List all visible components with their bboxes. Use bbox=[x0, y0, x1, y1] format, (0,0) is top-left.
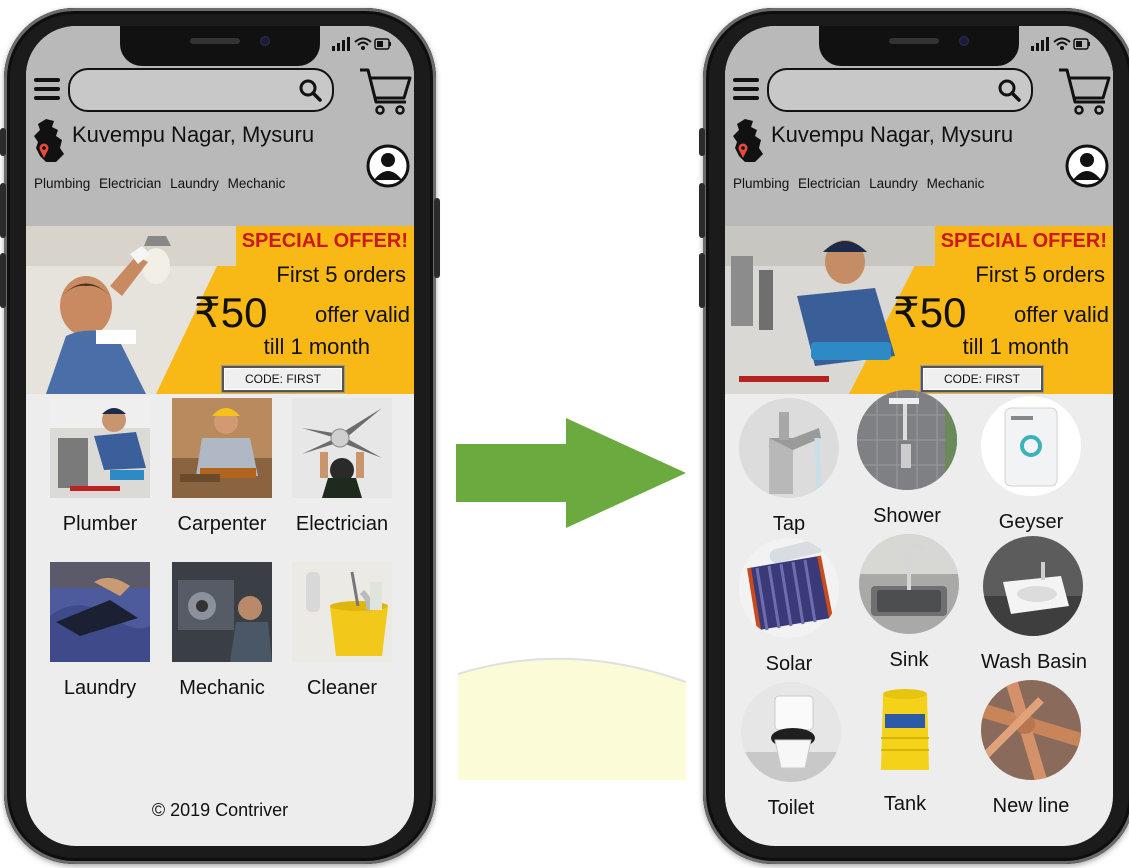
product-tile-sink[interactable]: Sink bbox=[857, 534, 961, 672]
service-label: Electrician bbox=[295, 513, 389, 535]
product-tile-toilet[interactable]: Toilet bbox=[739, 682, 843, 820]
search-input[interactable] bbox=[84, 78, 288, 102]
offer-line-3: till 1 month bbox=[263, 334, 370, 359]
category-mechanic[interactable]: Mechanic bbox=[228, 176, 286, 191]
karnataka-map-pin-icon bbox=[733, 119, 763, 162]
offer-banner[interactable]: SPECIAL OFFER! First 5 orders ₹50 offer … bbox=[725, 226, 1113, 394]
category-nav: Plumbing Electrician Laundry Mechanic bbox=[34, 176, 290, 191]
cleaner-photo-icon bbox=[292, 562, 392, 662]
category-plumbing[interactable]: Plumbing bbox=[34, 176, 90, 191]
signal-wifi-battery-icon bbox=[332, 37, 391, 51]
screen-left: Kuvempu Nagar, Mysuru Plumbing Electrici… bbox=[26, 26, 414, 846]
category-mechanic[interactable]: Mechanic bbox=[927, 176, 985, 191]
product-label: New line bbox=[992, 795, 1070, 817]
profile-avatar-icon[interactable] bbox=[366, 144, 410, 188]
category-nav: Plumbing Electrician Laundry Mechanic bbox=[733, 176, 989, 191]
product-label: Toilet bbox=[767, 797, 815, 819]
notch bbox=[120, 26, 320, 66]
carpenter-photo-icon bbox=[172, 398, 272, 498]
category-laundry[interactable]: Laundry bbox=[869, 176, 918, 191]
offer-line-1: First 5 orders bbox=[975, 262, 1105, 287]
karnataka-map-pin-icon bbox=[34, 119, 64, 162]
phone-right: Kuvempu Nagar, Mysuru Plumbing Electrici… bbox=[699, 8, 1129, 864]
service-tile-plumber[interactable]: Plumber bbox=[48, 398, 152, 536]
product-label: Geyser bbox=[998, 511, 1064, 533]
product-label: Wash Basin bbox=[981, 651, 1087, 673]
category-electrician[interactable]: Electrician bbox=[99, 176, 161, 191]
notch bbox=[819, 26, 1019, 66]
new-line-photo-icon bbox=[978, 678, 1084, 782]
offer-line-3: till 1 month bbox=[962, 334, 1069, 359]
service-tile-electrician[interactable]: Electrician bbox=[290, 398, 394, 536]
product-label: Tap bbox=[772, 513, 806, 535]
transition-arrow-icon bbox=[456, 418, 686, 528]
copyright-footer: © 2019 Contriver bbox=[151, 800, 289, 820]
service-label: Cleaner bbox=[306, 677, 378, 699]
wash-basin-photo-icon bbox=[983, 536, 1083, 636]
category-electrician[interactable]: Electrician bbox=[798, 176, 860, 191]
cart-icon[interactable] bbox=[1057, 64, 1111, 116]
location-label[interactable]: Kuvempu Nagar, Mysuru bbox=[72, 122, 314, 148]
product-tile-shower[interactable]: Shower bbox=[855, 390, 959, 528]
location-label[interactable]: Kuvempu Nagar, Mysuru bbox=[771, 122, 1013, 148]
category-laundry[interactable]: Laundry bbox=[170, 176, 219, 191]
search-icon[interactable] bbox=[298, 78, 322, 102]
search-icon[interactable] bbox=[997, 78, 1021, 102]
status-icons bbox=[1029, 36, 1091, 56]
geyser-photo-icon bbox=[981, 396, 1081, 496]
service-label: Carpenter bbox=[177, 513, 267, 535]
toilet-photo-icon bbox=[741, 682, 841, 782]
sink-photo-icon bbox=[859, 534, 959, 634]
product-tile-tap[interactable]: Tap bbox=[737, 398, 841, 536]
profile-avatar-icon[interactable] bbox=[1065, 144, 1109, 188]
phone-left: Kuvempu Nagar, Mysuru Plumbing Electrici… bbox=[0, 8, 440, 864]
laundry-photo-icon bbox=[50, 562, 150, 662]
service-tile-cleaner[interactable]: Cleaner bbox=[290, 562, 394, 700]
service-tile-mechanic[interactable]: Mechanic bbox=[170, 562, 274, 700]
product-tile-wash-basin[interactable]: Wash Basin bbox=[981, 536, 1087, 674]
cart-icon[interactable] bbox=[358, 64, 412, 116]
mechanic-photo-icon bbox=[172, 562, 272, 662]
status-icons bbox=[330, 36, 392, 56]
plumber-photo-icon bbox=[50, 398, 150, 498]
offer-code[interactable]: CODE: FIRST bbox=[921, 366, 1043, 392]
offer-amount: ₹50 bbox=[194, 289, 268, 336]
product-tile-solar[interactable]: Solar bbox=[737, 538, 841, 676]
offer-amount: ₹50 bbox=[893, 289, 967, 336]
signal-wifi-battery-icon bbox=[1031, 37, 1090, 51]
service-label: Mechanic bbox=[179, 677, 265, 699]
electrician-photo-icon bbox=[292, 398, 392, 498]
menu-icon[interactable] bbox=[34, 78, 60, 100]
service-tile-laundry[interactable]: Laundry bbox=[48, 562, 152, 700]
category-plumbing[interactable]: Plumbing bbox=[733, 176, 789, 191]
product-tile-geyser[interactable]: Geyser bbox=[979, 396, 1083, 534]
tank-photo-icon bbox=[855, 678, 955, 778]
product-label: Tank bbox=[883, 793, 927, 815]
product-tile-new-line[interactable]: New line bbox=[978, 678, 1084, 818]
shower-photo-icon bbox=[857, 390, 957, 490]
tap-photo-icon bbox=[739, 398, 839, 498]
background-shape bbox=[458, 657, 686, 780]
service-tile-carpenter[interactable]: Carpenter bbox=[170, 398, 274, 536]
product-label: Solar bbox=[765, 653, 813, 675]
offer-line-1: First 5 orders bbox=[276, 262, 406, 287]
offer-code[interactable]: CODE: FIRST bbox=[222, 366, 344, 392]
search-bar[interactable] bbox=[68, 68, 334, 112]
product-label: Sink bbox=[889, 649, 929, 671]
service-label: Laundry bbox=[63, 677, 137, 699]
menu-icon[interactable] bbox=[733, 78, 759, 100]
search-bar[interactable] bbox=[767, 68, 1033, 112]
offer-title: SPECIAL OFFER! bbox=[940, 230, 1107, 252]
product-tile-tank[interactable]: Tank bbox=[853, 678, 957, 816]
offer-line-2: offer valid bbox=[1014, 302, 1109, 327]
solar-photo-icon bbox=[739, 538, 839, 638]
search-input[interactable] bbox=[783, 78, 987, 102]
offer-line-2: offer valid bbox=[315, 302, 410, 327]
product-label: Shower bbox=[873, 505, 941, 527]
offer-title: SPECIAL OFFER! bbox=[241, 230, 408, 252]
service-label: Plumber bbox=[62, 513, 138, 535]
screen-right: Kuvempu Nagar, Mysuru Plumbing Electrici… bbox=[725, 26, 1113, 846]
offer-banner[interactable]: SPECIAL OFFER! First 5 orders ₹50 offer … bbox=[26, 226, 414, 394]
